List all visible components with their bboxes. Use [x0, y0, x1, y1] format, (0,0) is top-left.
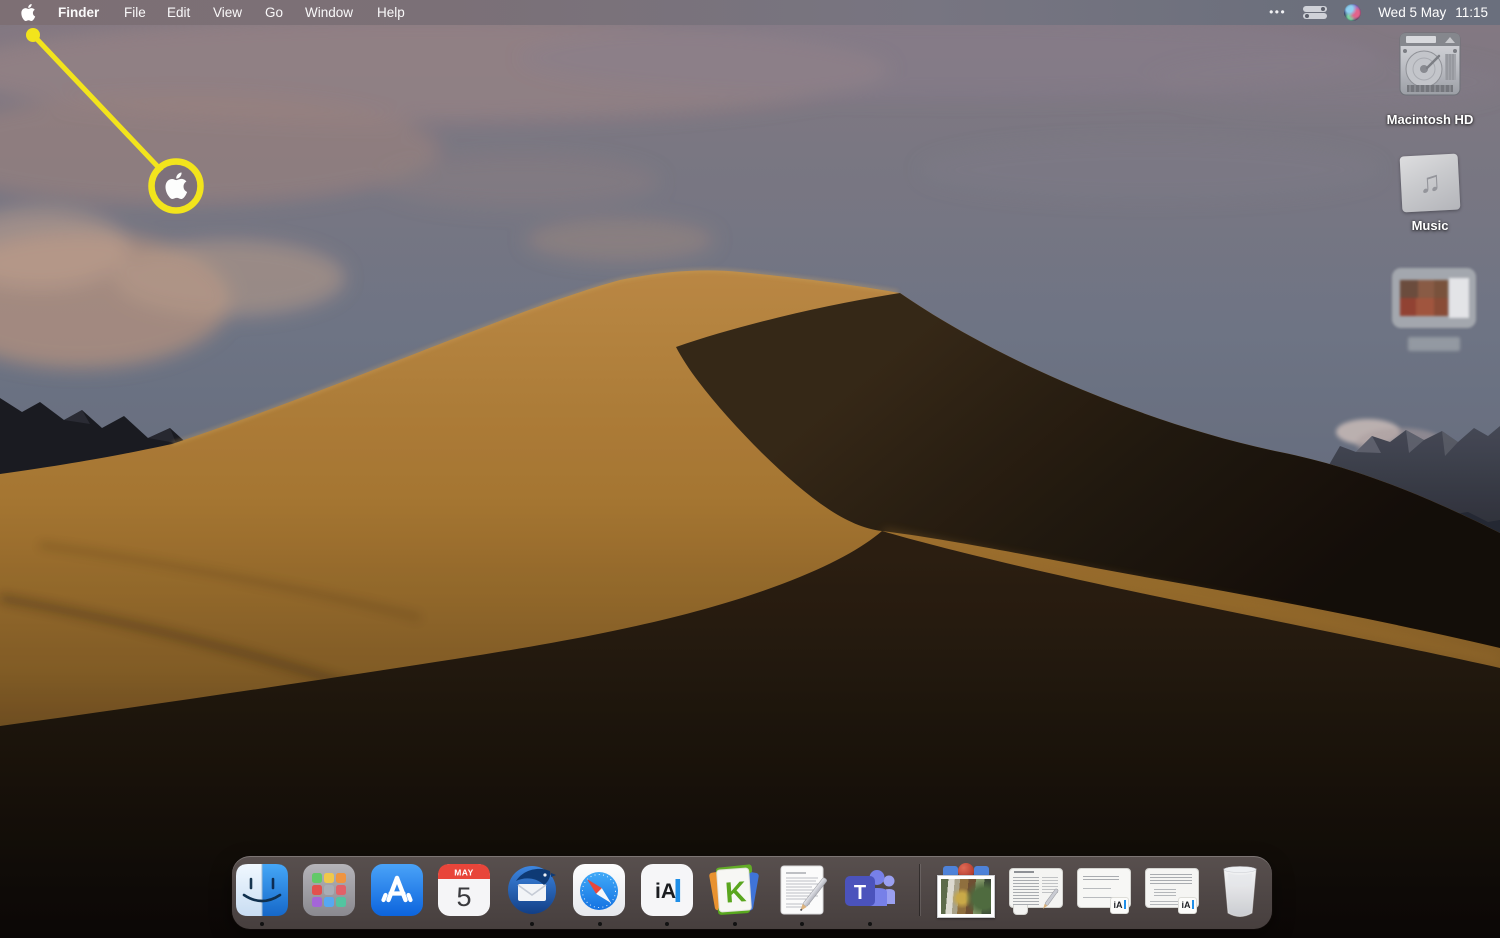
calendar-day: 5	[456, 882, 471, 912]
running-indicator	[530, 922, 534, 926]
ia-writer-glyph: iA	[655, 880, 676, 903]
menu-item-view[interactable]: View	[213, 0, 242, 25]
running-indicator	[598, 922, 602, 926]
menu-item-help[interactable]: Help	[377, 0, 405, 25]
menu-bar: Finder File Edit View Go Window Help •••…	[0, 0, 1500, 25]
running-indicator	[800, 922, 804, 926]
ia-writer-badge: iA	[1178, 897, 1197, 914]
dock-app-calendar[interactable]: MAY 5	[438, 864, 490, 916]
kiwi-k-icon: K	[708, 864, 760, 916]
dock-minimized-textedit-doc[interactable]	[1009, 868, 1063, 918]
calendar-month: MAY	[454, 868, 474, 878]
control-center-icon[interactable]	[1303, 6, 1327, 19]
pencil-icon	[1039, 886, 1061, 912]
music-note-glyph: ♫	[1418, 165, 1442, 200]
dock-app-safari[interactable]	[573, 864, 625, 916]
dock-app-appstore[interactable]	[371, 864, 423, 916]
dock-app-launchpad[interactable]	[303, 864, 355, 916]
dock-app-thunderbird[interactable]	[506, 864, 558, 916]
photo-content	[941, 879, 991, 914]
redacted-label	[1408, 337, 1460, 351]
dock-minimized-ia-doc[interactable]: iA	[1145, 868, 1199, 918]
running-indicator	[868, 922, 872, 926]
dock-app-kiwi[interactable]: K	[708, 864, 760, 916]
music-note-tile-icon: ♫	[1400, 154, 1461, 213]
menu-item-edit[interactable]: Edit	[167, 0, 190, 25]
mojave-wallpaper	[0, 0, 1500, 938]
dock-app-ia-writer[interactable]: iA	[641, 864, 693, 916]
menu-bar-status: ••• Wed 5 May 11:15	[1269, 0, 1488, 25]
dock-app-textedit[interactable]	[776, 864, 828, 916]
calendar-icon: MAY 5	[438, 864, 490, 916]
kiwi-glyph: K	[724, 876, 747, 909]
hard-drive-icon	[1398, 32, 1462, 100]
desktop-icon-music[interactable]: ♫ Music	[1370, 155, 1490, 233]
textedit-icon	[776, 864, 828, 916]
apple-menu-icon[interactable]	[21, 4, 36, 21]
desktop-icon-macintosh-hd[interactable]: Macintosh HD	[1370, 32, 1490, 127]
dock-trash[interactable]	[1217, 865, 1263, 926]
dock-app-teams[interactable]: T	[843, 864, 895, 916]
clock-date: Wed 5 May	[1378, 5, 1446, 20]
ia-writer-badge: iA	[1110, 897, 1129, 914]
menu-item-file[interactable]: File	[124, 0, 146, 25]
redacted-thumbnail	[1392, 268, 1476, 328]
running-indicator	[733, 922, 737, 926]
desktop-icon-label: Macintosh HD	[1370, 112, 1490, 127]
safari-icon	[573, 864, 625, 916]
teams-glyph: T	[854, 882, 866, 904]
dock-minimized-photo[interactable]	[937, 866, 995, 918]
dock-separator	[919, 864, 920, 916]
dock-app-finder[interactable]	[236, 864, 288, 916]
dune	[0, 0, 1500, 938]
macos-desktop: { "menu_bar": { "apple_logo_icon": "appl…	[0, 0, 1500, 938]
menu-item-window[interactable]: Window	[305, 0, 353, 25]
app-store-icon	[371, 864, 423, 916]
desktop-icon-redacted[interactable]	[1388, 268, 1480, 351]
siri-icon[interactable]	[1344, 4, 1361, 21]
dock-minimized-ia-doc[interactable]: iA	[1077, 868, 1131, 918]
clock-time: 11:15	[1455, 5, 1488, 20]
ia-writer-icon: iA	[641, 864, 693, 916]
dock: MAY 5	[232, 856, 1272, 929]
running-indicator	[260, 922, 264, 926]
launchpad-icon	[303, 864, 355, 916]
overflow-menu-icon[interactable]: •••	[1269, 0, 1286, 25]
menu-item-finder[interactable]: Finder	[58, 0, 99, 25]
microsoft-teams-icon: T	[843, 864, 895, 916]
menu-bar-clock[interactable]: Wed 5 May 11:15	[1378, 5, 1488, 20]
menu-item-go[interactable]: Go	[265, 0, 283, 25]
running-indicator	[665, 922, 669, 926]
desktop-icon-label: Music	[1370, 218, 1490, 233]
thunderbird-icon	[506, 864, 558, 916]
trash-icon	[1217, 865, 1263, 921]
finder-icon	[236, 864, 288, 916]
